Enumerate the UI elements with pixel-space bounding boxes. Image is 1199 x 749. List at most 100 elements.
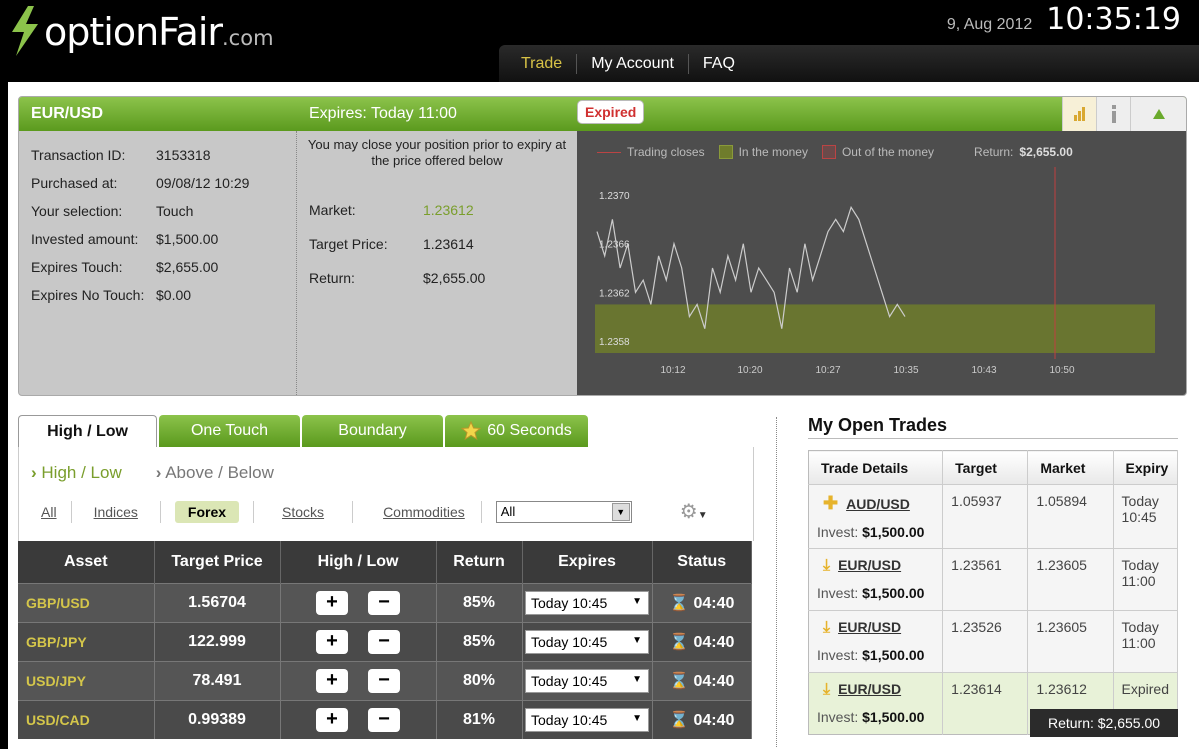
invest-amount: Invest: $1,500.00	[817, 709, 925, 725]
tab-boundary[interactable]: Boundary	[302, 415, 444, 447]
expiry-select[interactable]: Today 10:45	[525, 590, 649, 615]
table-row: GBP/USD 1.56704 +− 85% Today 10:45 ⌛ 04:…	[18, 582, 752, 622]
trade-target: 1.23561	[942, 548, 1029, 611]
trade-target: 1.05937	[942, 484, 1029, 549]
filter-indices[interactable]: Indices	[72, 500, 161, 523]
close-position-note: You may close your position prior to exp…	[307, 137, 567, 168]
expiry-select[interactable]: Today 10:45	[525, 707, 649, 732]
high-button[interactable]: +	[316, 707, 348, 732]
info-view-button[interactable]	[1096, 97, 1130, 131]
trade-details-cell: ⤓ EUR/USD Invest: $1,500.00	[808, 672, 944, 735]
triangle-up-icon	[1152, 109, 1165, 119]
return-banner: Return: $2,655.00	[1030, 709, 1178, 737]
subtab-above-below[interactable]: › Above / Below	[156, 463, 274, 483]
download-arrow-icon: ⤓	[823, 619, 831, 636]
asset-select[interactable]: All ▼	[495, 500, 632, 523]
table-row: USD/JPY 78.491 +− 80% Today 10:45 ⌛ 04:4…	[18, 660, 752, 700]
asset-name: USD/JPY	[18, 660, 155, 700]
nav-faq[interactable]: FAQ	[689, 54, 749, 74]
invest-amount: Invest: $1,500.00	[817, 647, 925, 663]
trade-expiry: Today 11:00	[1113, 610, 1179, 673]
low-button[interactable]: −	[368, 707, 400, 732]
expiry-cell: Today 10:45	[522, 621, 653, 661]
col-return: Return	[436, 541, 523, 583]
assets-table: Asset Target Price High / Low Return Exp…	[18, 541, 752, 739]
low-button[interactable]: −	[368, 668, 400, 693]
expired-badge: Expired	[577, 100, 645, 124]
filter-commodities[interactable]: Commodities	[353, 500, 482, 523]
hourglass-icon: ⌛	[669, 594, 690, 612]
return-row: Return: $2,655.00	[309, 270, 486, 286]
col-trade-details: Trade Details	[808, 450, 944, 485]
y-tick-label: 1.2358	[599, 337, 630, 348]
table-row: GBP/JPY 122.999 +− 85% Today 10:45 ⌛ 04:…	[18, 621, 752, 661]
hourglass-icon: ⌛	[669, 711, 690, 729]
return-percent: 85%	[436, 582, 523, 622]
filter-stocks[interactable]: Stocks	[253, 500, 354, 523]
asset-name: USD/CAD	[18, 699, 155, 739]
expiry-select[interactable]: Today 10:45	[525, 629, 649, 654]
bar-chart-icon	[1073, 107, 1085, 121]
open-trades-header: Trade Details Target Market Expiry	[808, 450, 1179, 485]
trade-header-bar: EUR/USD Expires: Today 11:00 Expired	[19, 97, 1186, 131]
open-trade-row: ⤓ EUR/USD Invest: $1,500.00 1.23561 1.236…	[808, 548, 1179, 611]
asset-filters: All Indices Forex Stocks Commodities All…	[27, 499, 708, 524]
trade-pair-link[interactable]: EUR/USD	[838, 619, 901, 635]
trade-expires: Expires: Today 11:00	[309, 105, 457, 122]
y-tick-label: 1.2370	[599, 191, 630, 202]
high-button[interactable]: +	[316, 629, 348, 654]
tab-60-seconds-label: 60 Seconds	[487, 422, 572, 439]
open-trades-title: My Open Trades	[808, 415, 948, 435]
main-nav: Trade My Account FAQ	[499, 45, 1199, 82]
x-tick-label: 10:27	[815, 365, 840, 376]
nav-my-account[interactable]: My Account	[577, 53, 689, 74]
col-target: Target	[942, 450, 1029, 485]
current-time: 10:35:19	[1046, 2, 1181, 37]
title-underline	[808, 438, 1178, 439]
collapse-panel-button[interactable]	[1130, 97, 1186, 131]
return-percent: 80%	[436, 660, 523, 700]
subtabs: › High / Low › Above / Below	[31, 463, 274, 483]
subtab-high-low[interactable]: › High / Low	[31, 463, 122, 483]
target-price: 1.56704	[154, 582, 281, 622]
tab-one-touch[interactable]: One Touch	[159, 415, 301, 447]
trade-pair-link[interactable]: AUD/USD	[846, 496, 910, 512]
filter-forex[interactable]: Forex	[174, 500, 240, 523]
gear-icon[interactable]: ⚙▼	[680, 499, 708, 524]
tab-60-seconds[interactable]: 60 Seconds	[445, 415, 589, 447]
trade-market: 1.23605	[1027, 548, 1114, 611]
trade-expiry: Today 11:00	[1113, 548, 1179, 611]
asset-select-value: All	[500, 503, 516, 519]
status-cell: ⌛ 04:40	[652, 699, 752, 739]
download-arrow-icon: ⤓	[823, 681, 831, 698]
open-trades-table: Trade Details Target Market Expiry ✚ AUD/…	[808, 450, 1179, 735]
trade-expiry: Today 10:45	[1113, 484, 1179, 549]
expiry-select[interactable]: Today 10:45	[525, 668, 649, 693]
optionfair-logo[interactable]: optionFair.com	[8, 4, 274, 58]
hourglass-icon: ⌛	[669, 672, 690, 690]
tab-high-low[interactable]: High / Low	[18, 415, 158, 447]
in-the-money-zone	[595, 304, 1155, 353]
trade-pair: EUR/USD	[31, 105, 104, 122]
trade-pair-link[interactable]: EUR/USD	[838, 557, 901, 573]
chart-view-button[interactable]	[1062, 97, 1096, 131]
table-header: Asset Target Price High / Low Return Exp…	[18, 541, 752, 583]
invest-amount: Invest: $1,500.00	[817, 524, 925, 540]
status-cell: ⌛ 04:40	[652, 582, 752, 622]
panel-buttons	[1062, 97, 1186, 131]
logo-text: optionFair.com	[44, 10, 274, 54]
col-asset: Asset	[18, 541, 155, 583]
nav-trade[interactable]: Trade	[499, 53, 578, 74]
low-button[interactable]: −	[368, 629, 400, 654]
status-timer: 04:40	[693, 594, 735, 612]
detail-row-expires-touch: Expires Touch: $2,655.00	[31, 259, 219, 275]
expiry-cell: Today 10:45	[522, 660, 653, 700]
trade-details-cell: ✚ AUD/USD Invest: $1,500.00	[808, 484, 944, 549]
section-divider	[776, 417, 777, 747]
high-button[interactable]: +	[316, 590, 348, 615]
low-button[interactable]: −	[368, 590, 400, 615]
high-button[interactable]: +	[316, 668, 348, 693]
target-price: 0.99389	[154, 699, 281, 739]
trade-pair-link[interactable]: EUR/USD	[838, 681, 901, 697]
filter-all[interactable]: All	[27, 500, 72, 523]
